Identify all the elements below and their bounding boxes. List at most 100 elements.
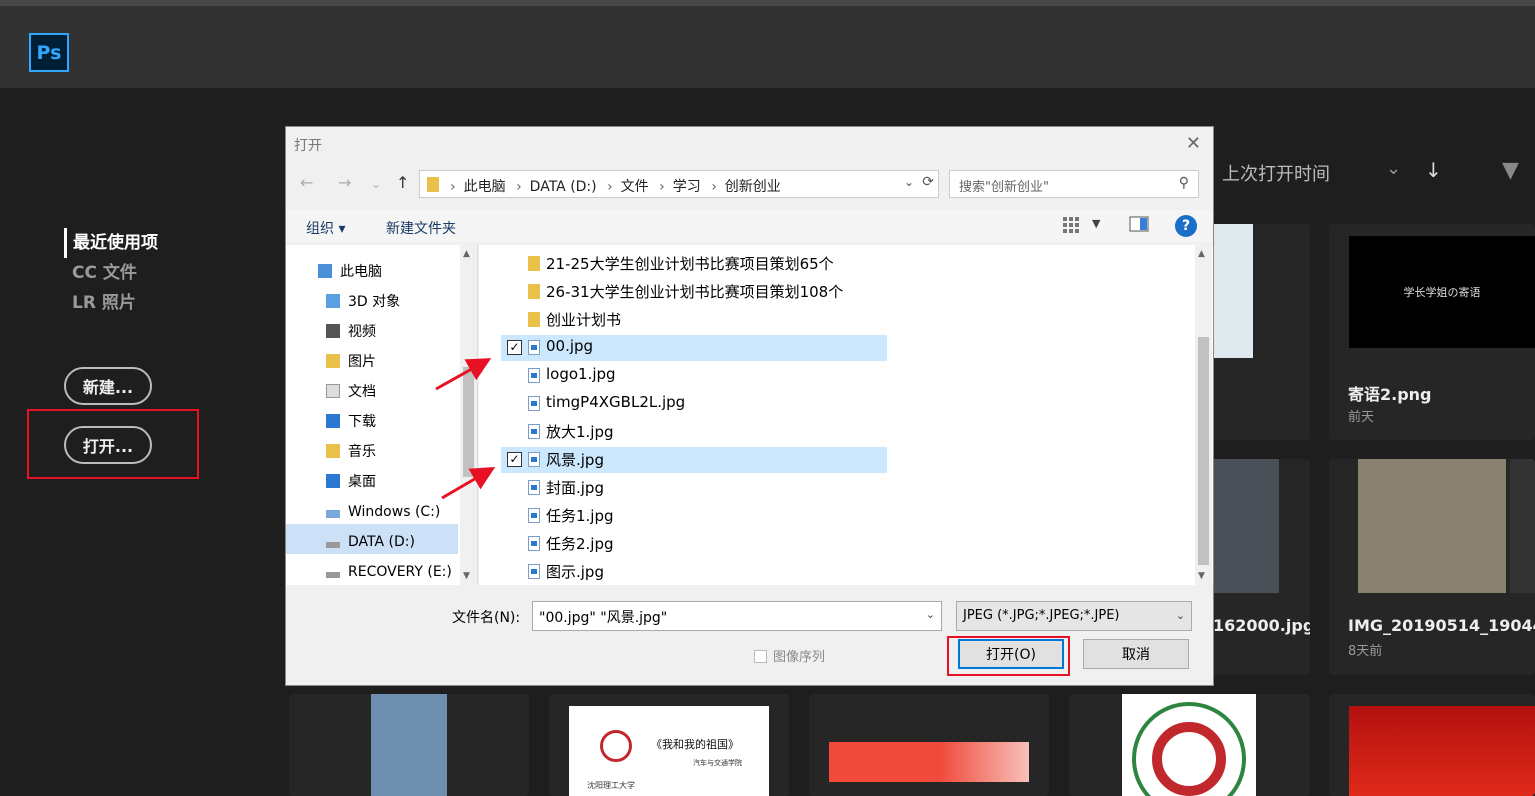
back-arrow-icon[interactable]: ←: [300, 173, 313, 192]
list-item[interactable]: 任务2.jpg: [501, 531, 887, 557]
scroll-up-icon[interactable]: ▲: [463, 249, 470, 259]
filter-icon[interactable]: ▼: [1502, 158, 1519, 183]
list-item[interactable]: 21-25大学生创业计划书比赛项目策划65个: [501, 251, 887, 277]
chevron-down-icon[interactable]: ⌄: [926, 608, 935, 621]
nav-item-drive-d[interactable]: DATA (D:): [326, 527, 415, 557]
new-button[interactable]: 新建...: [64, 367, 152, 405]
drive-icon: [326, 542, 340, 548]
image-file-icon: [528, 424, 540, 439]
view-options-icon[interactable]: [1062, 216, 1080, 238]
list-item[interactable]: logo1.jpg: [501, 363, 887, 389]
recent-file-card[interactable]: [1069, 694, 1310, 796]
filetype-select[interactable]: JPEG (*.JPG;*.JPEG;*.JPE) ⌄: [956, 601, 1192, 631]
address-bar[interactable]: › 此电脑 › DATA (D:) › 文件 › 学习 › 创新创业 ⌄ ⟳: [419, 170, 939, 198]
nav-item-drive-c[interactable]: Windows (C:): [326, 497, 440, 527]
seal-inner-icon: [1152, 722, 1226, 796]
app-header: Ps: [0, 0, 1535, 88]
scroll-down-icon[interactable]: ▼: [1198, 571, 1205, 581]
recent-file-card[interactable]: [809, 694, 1049, 796]
breadcrumb-data-d[interactable]: DATA (D:): [530, 179, 597, 195]
recent-locations-icon[interactable]: ⌄: [371, 177, 381, 191]
recent-file-card[interactable]: [289, 694, 529, 796]
scrollbar-thumb[interactable]: [463, 367, 474, 477]
cancel-button[interactable]: 取消: [1083, 639, 1189, 669]
recent-file-card[interactable]: [1329, 694, 1535, 796]
dialog-footer: 文件名(N): "00.jpg" "风景.jpg" ⌄ JPEG (*.JPG;…: [286, 587, 1213, 685]
chevron-down-icon[interactable]: ⌄: [1176, 609, 1185, 622]
nav-item-downloads[interactable]: 下载: [326, 407, 376, 437]
refresh-icon[interactable]: ⟳: [922, 174, 934, 190]
image-file-icon: [528, 536, 540, 551]
breadcrumb-innovation[interactable]: 创新创业: [725, 179, 781, 195]
sidebar-item-recent[interactable]: 最近使用项: [64, 228, 158, 258]
help-icon[interactable]: ?: [1175, 215, 1197, 237]
list-item[interactable]: 封面.jpg: [501, 475, 887, 501]
card-date: 8天前: [1348, 644, 1383, 659]
breadcrumb-this-pc[interactable]: 此电脑: [464, 179, 506, 195]
breadcrumb-study[interactable]: 学习: [673, 179, 701, 195]
search-icon[interactable]: ⚲: [1179, 175, 1189, 191]
image-sequence-checkbox[interactable]: 图像序列: [754, 646, 825, 665]
nav-item-pictures[interactable]: 图片: [326, 347, 376, 377]
sort-direction-icon[interactable]: ↓: [1425, 158, 1442, 182]
chevron-down-icon[interactable]: ⌄: [1386, 158, 1401, 179]
scroll-down-icon[interactable]: ▼: [463, 571, 470, 581]
recent-file-card[interactable]: 学长学姐の寄语 寄语2.png 前天: [1329, 224, 1535, 440]
list-item[interactable]: ✓ 风景.jpg: [501, 447, 887, 473]
breadcrumb-files[interactable]: 文件: [621, 179, 649, 195]
card-thumbnail: [1358, 459, 1506, 593]
sort-label[interactable]: 上次打开时间: [1222, 160, 1330, 186]
file-checkbox[interactable]: ✓: [507, 452, 522, 467]
search-input[interactable]: 搜索"创新创业" ⚲: [949, 170, 1199, 198]
list-item[interactable]: 创业计划书: [501, 307, 887, 333]
image-file-icon: [528, 340, 540, 355]
filename-input[interactable]: "00.jpg" "风景.jpg" ⌄: [532, 601, 942, 631]
list-item[interactable]: 任务1.jpg: [501, 503, 887, 529]
recent-file-card[interactable]: 《我和我的祖国》 汽车与交通学院 沈阳理工大学: [549, 694, 789, 796]
highlight-box-open: [27, 409, 199, 479]
card-seal-small: 沈阳理工大学: [587, 781, 635, 790]
seal-icon: [600, 730, 632, 762]
scrollbar-thumb[interactable]: [1198, 337, 1209, 565]
new-folder-button[interactable]: 新建文件夹: [386, 218, 456, 238]
forward-arrow-icon[interactable]: →: [338, 173, 351, 192]
nav-scrollbar[interactable]: ▲ ▼: [460, 245, 477, 585]
checkbox-box[interactable]: [754, 650, 767, 663]
image-file-icon: [528, 508, 540, 523]
pictures-icon: [326, 354, 340, 368]
dialog-toolbar: 组织 ▾ 新建文件夹 ▼ ?: [286, 210, 1213, 242]
close-icon[interactable]: ✕: [1186, 133, 1201, 154]
list-item[interactable]: ✓ 00.jpg: [501, 335, 887, 361]
list-item[interactable]: 放大1.jpg: [501, 419, 887, 445]
folder-icon: [528, 312, 540, 327]
up-arrow-icon[interactable]: ↑: [396, 173, 409, 192]
highlight-box-open-confirm: [947, 636, 1070, 676]
folder-icon: [528, 284, 540, 299]
list-item[interactable]: 26-31大学生创业计划书比赛项目策划108个: [501, 279, 887, 305]
nav-item-3d-objects[interactable]: 3D 对象: [326, 287, 400, 317]
view-dropdown-icon[interactable]: ▼: [1092, 217, 1100, 230]
preview-pane-icon[interactable]: [1129, 216, 1149, 236]
card-thumbnail: [1349, 706, 1535, 796]
sidebar-item-cc-files[interactable]: CC 文件: [64, 258, 158, 288]
nav-item-drive-e[interactable]: RECOVERY (E:): [326, 557, 452, 587]
folder-icon: [528, 256, 540, 271]
list-item[interactable]: timgP4XGBL2L.jpg: [501, 391, 887, 417]
chevron-down-icon[interactable]: ⌄: [904, 175, 914, 189]
recent-file-card[interactable]: IMG_20190514_190446.jpg 8天前: [1329, 459, 1535, 675]
image-file-icon: [528, 480, 540, 495]
sidebar-item-lr-photos[interactable]: LR 照片: [64, 288, 158, 318]
file-list-scrollbar[interactable]: ▲ ▼: [1195, 245, 1212, 585]
nav-item-desktop[interactable]: 桌面: [326, 467, 376, 497]
nav-item-label: Windows (C:): [348, 504, 441, 520]
list-item[interactable]: 图示.jpg: [501, 559, 887, 585]
filename-value: "00.jpg" "风景.jpg": [539, 610, 668, 626]
nav-item-music[interactable]: 音乐: [326, 437, 376, 467]
file-checkbox[interactable]: ✓: [507, 340, 522, 355]
organize-button[interactable]: 组织 ▾: [306, 218, 345, 238]
scroll-up-icon[interactable]: ▲: [1198, 249, 1205, 259]
nav-item-documents[interactable]: 文档: [326, 377, 376, 407]
nav-item-videos[interactable]: 视频: [326, 317, 376, 347]
file-name: 风景.jpg: [546, 451, 604, 469]
nav-item-this-pc[interactable]: 此电脑: [318, 257, 382, 287]
